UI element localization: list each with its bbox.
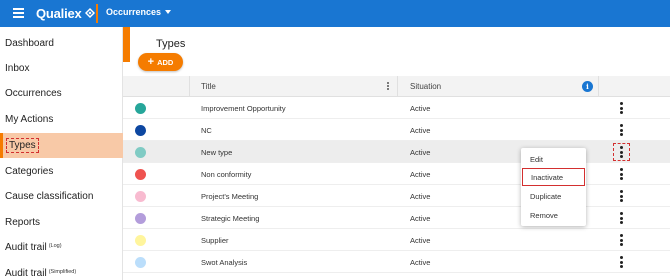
sidebar-item-label: Categories xyxy=(5,166,54,177)
sidebar-item-label: My Actions xyxy=(5,114,54,125)
sidebar-item-label: Audit trail xyxy=(5,242,47,253)
sidebar-item-audit-trail-simplified[interactable]: Audit trail (Simplified) xyxy=(0,261,123,280)
module-label: Occurrences xyxy=(106,7,162,17)
sidebar-item-categories[interactable]: Categories xyxy=(0,159,123,184)
add-type-button[interactable]: + ADD xyxy=(138,53,183,71)
top-app-bar: Qualiex Occurrences xyxy=(0,0,670,27)
menu-item-duplicate[interactable]: Duplicate xyxy=(521,187,586,205)
sidebar-item-inbox[interactable]: Inbox xyxy=(0,56,123,81)
cell-title: NC xyxy=(201,126,212,135)
table-row[interactable]: Strategic Meeting Active xyxy=(123,207,670,229)
plus-icon: + xyxy=(147,56,155,68)
cell-title: Strategic Meeting xyxy=(201,214,260,223)
page-accent-bar xyxy=(123,27,130,62)
sidebar-item-label: Inbox xyxy=(5,63,30,74)
type-color-dot xyxy=(135,191,146,202)
type-color-dot xyxy=(135,213,146,224)
menu-item-remove[interactable]: Remove xyxy=(521,206,586,224)
app-logo[interactable]: Qualiex xyxy=(36,5,95,21)
sidebar-item-audit-trail-log[interactable]: Audit trail (Log) xyxy=(0,235,123,260)
type-color-dot xyxy=(135,235,146,246)
row-actions-icon[interactable] xyxy=(620,146,623,158)
cell-situation: Active xyxy=(410,148,431,157)
cell-title: New type xyxy=(201,148,233,157)
sidebar-item-my-actions[interactable]: My Actions xyxy=(0,107,123,132)
cell-title: Swot Analysis xyxy=(201,258,248,267)
column-divider xyxy=(598,76,599,97)
page-title: Types xyxy=(156,38,186,50)
type-color-dot xyxy=(135,147,146,158)
sidebar-item-suffix: (Log) xyxy=(48,242,62,249)
row-actions-icon[interactable] xyxy=(620,212,623,224)
cell-situation: Active xyxy=(410,192,431,201)
sidebar-item-label: Dashboard xyxy=(5,38,54,49)
sidebar-item-cause-classification[interactable]: Cause classification xyxy=(0,184,123,209)
type-color-dot xyxy=(135,125,146,136)
module-selector[interactable]: Occurrences xyxy=(106,7,172,17)
type-color-dot xyxy=(135,169,146,180)
sidebar-item-label: Cause classification xyxy=(5,191,94,202)
row-context-menu: Edit Inactivate Duplicate Remove xyxy=(521,148,586,226)
table-row[interactable]: Supplier Active xyxy=(123,229,670,251)
sidebar-item-reports[interactable]: Reports xyxy=(0,210,123,235)
cell-situation: Active xyxy=(410,258,431,267)
row-actions-icon[interactable] xyxy=(620,256,623,268)
column-header-situation[interactable]: Situation xyxy=(410,82,441,91)
cell-title: Supplier xyxy=(201,236,229,245)
column-divider xyxy=(189,76,190,97)
caret-down-icon xyxy=(165,10,172,14)
type-color-dot xyxy=(135,257,146,268)
row-actions-icon[interactable] xyxy=(620,168,623,180)
cell-situation: Active xyxy=(410,104,431,113)
column-header-title[interactable]: Title xyxy=(201,82,216,91)
column-menu-icon[interactable] xyxy=(387,82,390,91)
cell-title: Improvement Opportunity xyxy=(201,104,286,113)
topbar-separator xyxy=(96,4,98,23)
sidebar-item-label: Reports xyxy=(5,217,41,228)
sidebar: Dashboard Inbox Occurrences My Actions T… xyxy=(0,27,123,280)
sidebar-item-occurrences[interactable]: Occurrences xyxy=(0,81,123,106)
row-actions-icon[interactable] xyxy=(620,124,623,136)
cell-situation: Active xyxy=(410,236,431,245)
info-icon[interactable]: i xyxy=(582,81,593,92)
table-header: Title Situation i xyxy=(123,76,670,97)
logo-text: Qualiex xyxy=(36,5,82,21)
sidebar-item-label: Occurrences xyxy=(5,88,62,99)
cell-title: Non conformity xyxy=(201,170,252,179)
row-actions-icon[interactable] xyxy=(620,234,623,246)
type-color-dot xyxy=(135,103,146,114)
table-row[interactable]: New type Active xyxy=(123,141,670,163)
logo-mark-icon xyxy=(84,8,95,18)
sidebar-item-label: Audit trail xyxy=(5,268,47,279)
table-row[interactable]: Project's Meeting Active xyxy=(123,185,670,207)
table-row[interactable]: Swot Analysis Active xyxy=(123,251,670,273)
cell-situation: Active xyxy=(410,126,431,135)
table-row[interactable]: NC Active xyxy=(123,119,670,141)
types-table: Title Situation i Improvement Opportunit… xyxy=(123,76,670,280)
hamburger-menu-icon[interactable] xyxy=(13,8,24,18)
menu-item-inactivate[interactable]: Inactivate xyxy=(522,168,585,186)
sidebar-item-label: Types xyxy=(6,138,39,153)
table-row[interactable]: Improvement Opportunity Active xyxy=(123,97,670,119)
menu-item-edit[interactable]: Edit xyxy=(521,150,586,168)
add-button-label: ADD xyxy=(157,57,174,67)
row-actions-icon[interactable] xyxy=(620,102,623,114)
cell-situation: Active xyxy=(410,170,431,179)
cell-situation: Active xyxy=(410,214,431,223)
cell-title: Project's Meeting xyxy=(201,192,259,201)
row-actions-icon[interactable] xyxy=(620,190,623,202)
sidebar-item-dashboard[interactable]: Dashboard xyxy=(0,31,123,56)
column-divider xyxy=(397,76,398,97)
sidebar-item-types[interactable]: Types xyxy=(0,133,123,158)
table-row[interactable]: Non conformity Active xyxy=(123,163,670,185)
sidebar-item-suffix: (Simplified) xyxy=(48,268,77,275)
